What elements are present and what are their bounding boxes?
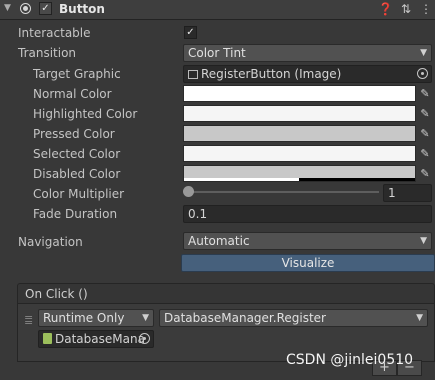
selected-color-label: Selected Color (33, 147, 121, 161)
watermark-text: CSDN @jinlei0510 (286, 352, 414, 368)
interactable-label: Interactable (18, 26, 91, 40)
alpha-bar (184, 178, 299, 181)
eyedropper-icon[interactable]: ✎ (418, 125, 432, 142)
onclick-title: On Click () (25, 287, 88, 301)
component-title: Button (59, 2, 105, 16)
script-icon (43, 333, 52, 344)
chevron-down-icon: ▼ (416, 313, 423, 323)
component-header: ▼ ✓ Button ❓ ⇅ ⋮ (0, 0, 435, 20)
target-graphic-value: RegisterButton (Image) (201, 67, 342, 81)
navigation-dropdown[interactable]: Automatic ▼ (183, 232, 432, 250)
interactable-checkbox[interactable]: ✓ (184, 26, 197, 39)
target-graphic-label: Target Graphic (33, 67, 121, 81)
color-multiplier-label: Color Multiplier (33, 187, 125, 201)
chevron-down-icon: ▼ (420, 236, 427, 246)
transition-value: Color Tint (188, 46, 246, 60)
navigation-label: Navigation (18, 235, 83, 249)
disabled-color-swatch[interactable] (183, 165, 416, 182)
event-target-object-value: DatabaseMana (55, 332, 145, 346)
transition-dropdown[interactable]: Color Tint ▼ (183, 44, 432, 62)
normal-color-label: Normal Color (33, 87, 112, 101)
eyedropper-icon[interactable]: ✎ (418, 145, 432, 162)
image-icon (188, 70, 198, 79)
selected-color-swatch[interactable] (183, 145, 416, 162)
drag-handle-icon[interactable]: = = (24, 312, 34, 328)
navigation-value: Automatic (188, 234, 250, 248)
fade-duration-input[interactable]: 0.1 (183, 205, 432, 223)
onclick-event-header: On Click () (17, 283, 435, 304)
transition-label: Transition (18, 46, 77, 60)
disabled-color-label: Disabled Color (33, 167, 121, 181)
pressed-color-label: Pressed Color (33, 127, 115, 141)
highlighted-color-label: Highlighted Color (33, 107, 138, 121)
chevron-down-icon: ▼ (142, 313, 149, 323)
color-multiplier-slider-handle[interactable] (183, 186, 194, 197)
eyedropper-icon[interactable]: ✎ (418, 85, 432, 102)
object-picker-icon[interactable] (139, 333, 150, 344)
alpha-bar-rest (299, 178, 415, 181)
pressed-color-swatch[interactable] (183, 125, 416, 142)
object-picker-icon[interactable] (417, 68, 428, 79)
function-dropdown[interactable]: DatabaseManager.Register ▼ (159, 309, 428, 327)
target-graphic-field[interactable]: RegisterButton (Image) (183, 65, 432, 83)
color-multiplier-input[interactable]: 1 (383, 184, 432, 202)
more-icon[interactable]: ⋮ (419, 2, 433, 16)
color-multiplier-slider-track[interactable] (189, 191, 379, 193)
foldout-arrow-icon[interactable]: ▼ (4, 3, 11, 13)
eyedropper-icon[interactable]: ✎ (418, 165, 432, 182)
fade-duration-label: Fade Duration (33, 207, 118, 221)
call-state-value: Runtime Only (43, 311, 125, 325)
component-enabled-checkbox[interactable]: ✓ (39, 2, 52, 15)
eyedropper-icon[interactable]: ✎ (418, 105, 432, 122)
event-target-object-field[interactable]: DatabaseMana (38, 330, 154, 348)
highlighted-color-swatch[interactable] (183, 105, 416, 122)
call-state-dropdown[interactable]: Runtime Only ▼ (38, 309, 154, 327)
button-component-icon (20, 3, 31, 14)
visualize-button[interactable]: Visualize (181, 254, 435, 272)
normal-color-swatch[interactable] (183, 85, 416, 102)
presets-icon[interactable]: ⇅ (399, 2, 413, 16)
help-icon[interactable]: ❓ (378, 2, 393, 16)
function-value: DatabaseManager.Register (164, 311, 326, 325)
chevron-down-icon: ▼ (420, 48, 427, 58)
